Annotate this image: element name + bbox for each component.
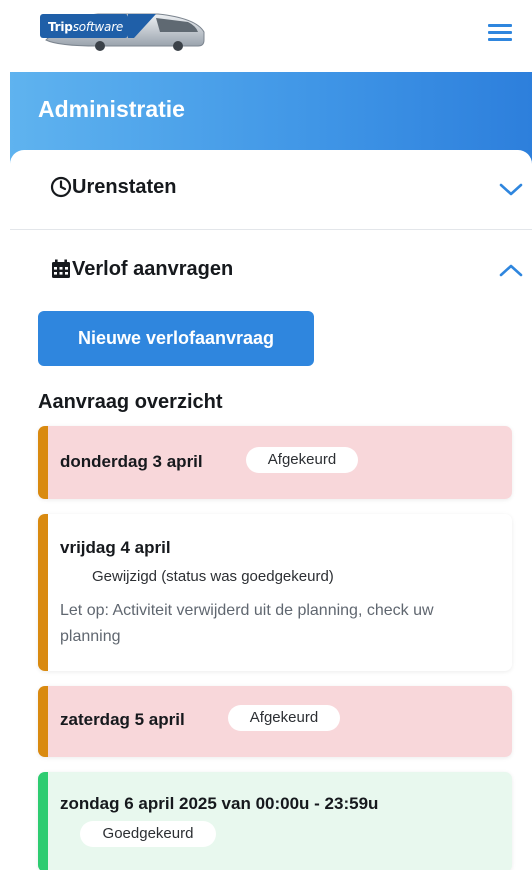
section-urenstaten[interactable]: Urenstaten xyxy=(10,152,532,222)
clock-icon xyxy=(50,176,72,198)
logo-text: Tripsoftware xyxy=(48,20,124,34)
status-badge: Goedgekeurd xyxy=(80,821,216,847)
hamburger-menu-icon[interactable] xyxy=(486,22,514,44)
section-label-verlof: Verlof aanvragen xyxy=(72,258,234,280)
new-leave-request-button[interactable]: Nieuwe verlofaanvraag xyxy=(38,311,314,366)
status-badge: Gewijzigd (status was goedgekeurd) xyxy=(82,564,402,590)
request-date: vrijdag 4 april xyxy=(60,538,171,557)
request-date: zondag 6 april 2025 van 00:00u - 23:59u xyxy=(60,794,379,813)
section-label-urenstaten: Urenstaten xyxy=(72,176,177,198)
chevron-up-icon[interactable] xyxy=(498,262,524,278)
status-accent-bar xyxy=(38,772,48,870)
request-card[interactable]: vrijdag 4 april Gewijzigd (status was go… xyxy=(38,514,512,671)
status-badge: Afgekeurd xyxy=(246,447,358,473)
request-card[interactable]: zaterdag 5 april Afgekeurd xyxy=(38,686,512,757)
calendar-icon xyxy=(52,259,70,278)
status-accent-bar xyxy=(38,686,48,757)
planning-notice: Let op: Activiteit verwijderd uit de pla… xyxy=(60,602,434,645)
status-badge: Afgekeurd xyxy=(228,705,340,731)
chevron-down-icon[interactable] xyxy=(498,182,524,198)
page-title: Administratie xyxy=(38,96,185,122)
request-card[interactable]: donderdag 3 april Afgekeurd xyxy=(38,426,512,499)
status-accent-bar xyxy=(38,514,48,671)
overview-title: Aanvraag overzicht xyxy=(38,391,223,413)
status-accent-bar xyxy=(38,426,48,499)
request-date: zaterdag 5 april xyxy=(60,710,185,729)
section-verlof-aanvragen[interactable]: Verlof aanvragen xyxy=(10,234,532,304)
request-card[interactable]: zondag 6 april 2025 van 00:00u - 23:59u … xyxy=(38,772,512,870)
request-date: donderdag 3 april xyxy=(60,452,203,471)
section-divider xyxy=(10,229,532,230)
top-bar: Tripsoftware xyxy=(0,0,532,72)
